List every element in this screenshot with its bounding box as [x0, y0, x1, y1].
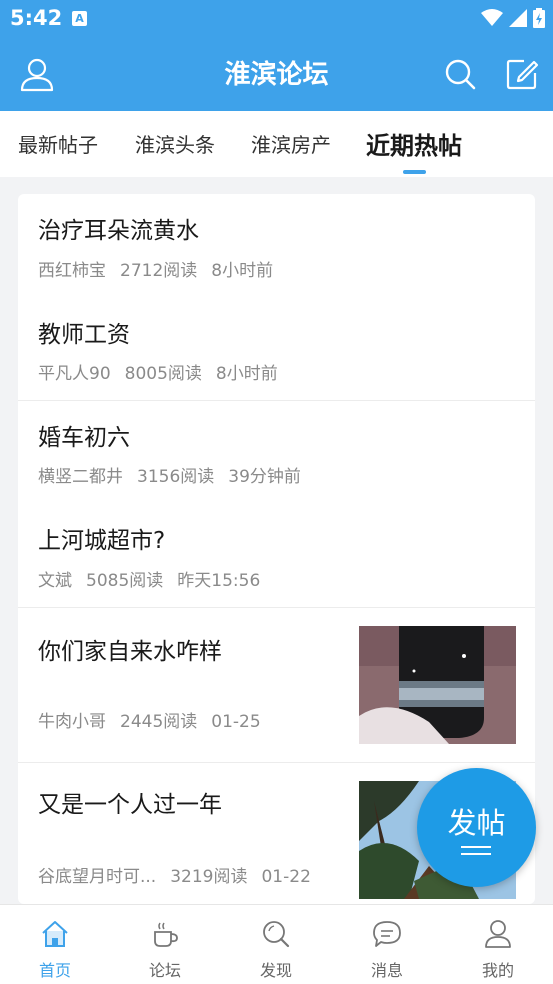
post-time: 8小时前 [211, 261, 274, 281]
post-reads: 3156阅读 [137, 467, 215, 487]
nav-label: 消息 [370, 961, 403, 980]
post-title: 上河城超市? [38, 528, 166, 554]
wifi-icon [481, 9, 503, 26]
post-author: 文斌 [38, 571, 72, 591]
list-item[interactable]: 上河城超市? 文斌 5085阅读 昨天15:56 [18, 505, 535, 607]
search-icon [263, 921, 290, 948]
status-time: 5:42 [10, 6, 63, 30]
post-author: 谷底望月时可... [38, 867, 157, 887]
nav-forum[interactable]: 论坛 [110, 905, 220, 984]
post-time: 昨天15:56 [177, 571, 261, 591]
nav-label: 我的 [481, 961, 514, 980]
active-tab-indicator [403, 170, 426, 174]
coffee-cup-icon [154, 922, 178, 947]
post-reads: 8005阅读 [124, 364, 202, 384]
post-time: 01-22 [261, 867, 311, 887]
post-author: 平凡人90 [38, 364, 111, 384]
post-meta: 文斌 5085阅读 昨天15:56 [38, 566, 274, 591]
tab-latest-posts[interactable]: 最新帖子 [18, 129, 98, 158]
post-title: 教师工资 [38, 322, 130, 348]
system-status-icons [481, 8, 545, 28]
search-icon[interactable] [442, 56, 478, 92]
post-meta: 牛肉小哥 2445阅读 01-25 [38, 707, 275, 732]
post-time: 8小时前 [215, 364, 278, 384]
post-reads: 3219阅读 [170, 867, 248, 887]
signal-icon [509, 9, 527, 27]
post-time: 39分钟前 [228, 467, 301, 487]
compose-icon[interactable] [504, 56, 540, 92]
post-title: 又是一个人过一年 [38, 792, 222, 818]
app-bar: 淮滨论坛 [0, 36, 553, 111]
list-item[interactable]: 教师工资 平凡人90 8005阅读 8小时前 [18, 298, 535, 400]
post-reads: 5085阅读 [86, 571, 164, 591]
tab-huaibin-headlines[interactable]: 淮滨头条 [135, 129, 215, 158]
post-meta: 平凡人90 8005阅读 8小时前 [38, 359, 292, 384]
nav-discover[interactable]: 发现 [221, 905, 331, 984]
nav-label: 发现 [259, 961, 292, 980]
menu-lines-icon [461, 846, 491, 860]
post-meta: 横竖二都井 3156阅读 39分钟前 [38, 462, 315, 487]
category-tabs: 最新帖子 淮滨头条 淮滨房产 近期热帖 [0, 111, 553, 177]
battery-icon [533, 8, 545, 28]
notification-icon: A [72, 11, 87, 26]
post-author: 西红柿宝 [38, 261, 106, 281]
new-post-button[interactable]: 发帖 [417, 768, 536, 887]
post-title: 你们家自来水咋样 [38, 639, 222, 665]
user-icon [485, 920, 511, 948]
nav-label: 论坛 [148, 961, 181, 980]
nav-messages[interactable]: 消息 [332, 905, 442, 984]
home-icon [42, 921, 68, 947]
post-meta: 谷底望月时可... 3219阅读 01-22 [38, 862, 325, 887]
post-author: 牛肉小哥 [38, 712, 106, 732]
post-thumbnail [359, 626, 516, 744]
post-reads: 2712阅读 [120, 261, 198, 281]
nav-me[interactable]: 我的 [443, 905, 553, 984]
nav-label: 首页 [38, 961, 71, 980]
post-meta: 西红柿宝 2712阅读 8小时前 [38, 256, 287, 281]
nav-home[interactable]: 首页 [0, 905, 110, 984]
post-title: 婚车初六 [38, 425, 130, 451]
message-icon [373, 921, 401, 947]
bottom-nav: 首页 论坛 发现 消息 我的 [0, 904, 553, 984]
post-author: 横竖二都井 [38, 467, 123, 487]
status-bar: 5:42 A [0, 0, 553, 36]
tab-huaibin-real-estate[interactable]: 淮滨房产 [251, 129, 331, 158]
list-item[interactable]: 你们家自来水咋样 牛肉小哥 2445阅读 01-25 [18, 608, 535, 762]
post-title: 治疗耳朵流黄水 [38, 218, 199, 244]
post-time: 01-25 [211, 712, 261, 732]
list-item[interactable]: 婚车初六 横竖二都井 3156阅读 39分钟前 [18, 401, 535, 505]
tab-recent-hot-posts[interactable]: 近期热帖 [366, 126, 462, 161]
list-item[interactable]: 治疗耳朵流黄水 西红柿宝 2712阅读 8小时前 [18, 194, 535, 298]
post-reads: 2445阅读 [120, 712, 198, 732]
new-post-label: 发帖 [447, 806, 506, 840]
